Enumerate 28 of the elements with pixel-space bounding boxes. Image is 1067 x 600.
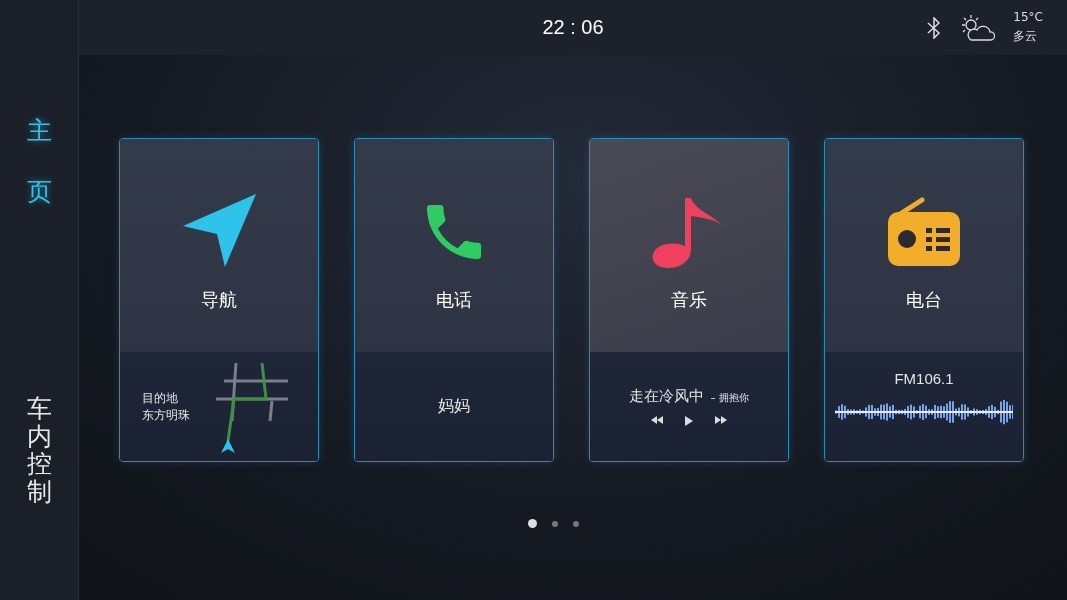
artist-name: – 拥抱你: [710, 391, 749, 405]
page-dot[interactable]: [527, 519, 537, 528]
bluetooth-icon: [927, 16, 942, 39]
app-card[interactable]: 导航 目的地 东方明珠: [119, 138, 319, 462]
station-frequency: FM106.1: [894, 370, 954, 387]
card-title: 音乐: [671, 288, 707, 312]
play-icon[interactable]: [685, 416, 693, 426]
temperature-text: 15°C: [1013, 10, 1043, 24]
card-title: 电话: [436, 288, 472, 312]
sidebar-item[interactable]: 主页: [26, 100, 52, 223]
radio-icon: [888, 196, 960, 268]
weather-text: 多云: [1013, 28, 1039, 45]
app-card[interactable]: 电话 妈妈: [354, 138, 554, 462]
sidebar-item[interactable]: 车内控制: [26, 395, 52, 505]
page-dot[interactable]: [572, 520, 579, 527]
previous-icon[interactable]: [651, 416, 663, 426]
song-title: 走在冷风中: [629, 387, 705, 406]
navigation-arrow-icon: [181, 192, 257, 268]
weather-icon: [959, 13, 996, 42]
page-dot[interactable]: [551, 520, 558, 527]
contact-name: 妈妈: [438, 396, 470, 417]
clock-time: 22 : 06: [542, 16, 604, 39]
card-title: 电台: [906, 288, 942, 312]
app-card[interactable]: 电台 FM106.1: [824, 138, 1024, 462]
app-card[interactable]: 音乐 走在冷风中 – 拥抱你: [589, 138, 789, 462]
next-icon[interactable]: [715, 416, 727, 426]
card-title: 导航: [201, 288, 237, 312]
destination-text: 目的地 东方明珠: [142, 389, 190, 424]
